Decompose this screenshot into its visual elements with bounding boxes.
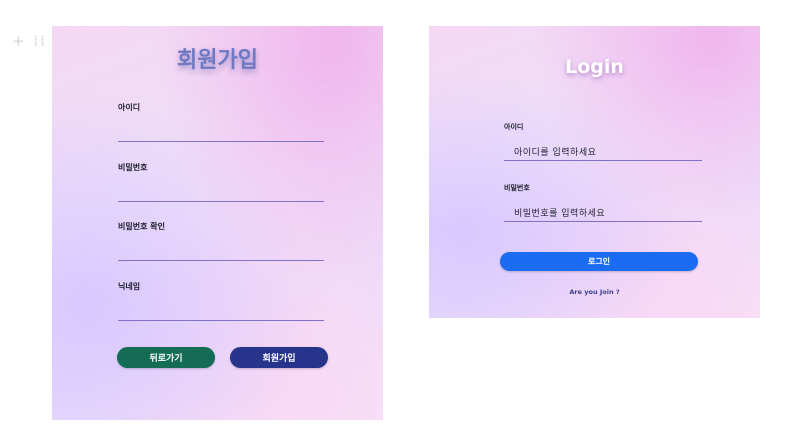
drag-handle-icon[interactable]: + ⁞⁞	[12, 32, 47, 50]
join-link[interactable]: Are you Join ?	[429, 288, 760, 296]
login-password-input[interactable]	[504, 221, 702, 222]
signup-submit-button[interactable]: 회원가입	[230, 347, 328, 368]
signup-password-confirm-input[interactable]	[118, 260, 324, 261]
login-id-placeholder: 아이디를 입력하세요	[514, 148, 597, 158]
signup-password-confirm-label: 비밀번호 확인	[118, 222, 165, 231]
login-id-input[interactable]	[504, 160, 702, 161]
login-card: Login 아이디 아이디를 입력하세요 비밀번호 비밀번호를 입력하세요 로그…	[429, 26, 760, 318]
login-id-label: 아이디	[504, 123, 524, 131]
signup-password-label: 비밀번호	[118, 163, 148, 172]
back-button[interactable]: 뒤로가기	[117, 347, 215, 368]
signup-password-input[interactable]	[118, 201, 324, 202]
signup-title: 회원가입	[177, 48, 258, 73]
signup-nickname-label: 닉네임	[118, 282, 141, 291]
login-button[interactable]: 로그인	[500, 252, 698, 271]
signup-id-label: 아이디	[118, 103, 141, 112]
signup-card: 회원가입 아이디 비밀번호 비밀번호 확인 닉네임 뒤로가기 회원가입	[52, 26, 383, 420]
signup-id-input[interactable]	[118, 141, 324, 142]
signup-nickname-input[interactable]	[118, 320, 324, 321]
login-password-label: 비밀번호	[504, 184, 530, 192]
login-title: Login	[565, 56, 624, 78]
login-password-placeholder: 비밀번호를 입력하세요	[514, 209, 606, 219]
